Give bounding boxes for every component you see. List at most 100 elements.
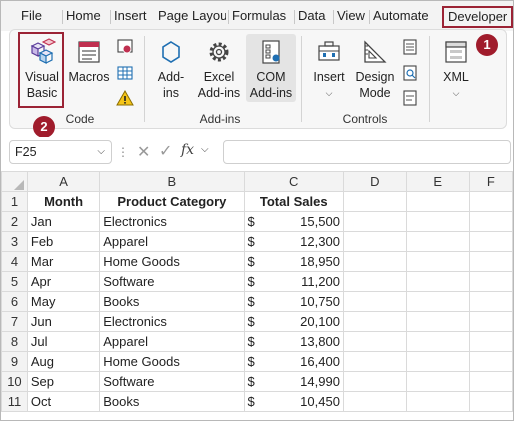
cell-month[interactable]: Sep: [26, 371, 101, 392]
cell-category[interactable]: Software: [99, 271, 245, 292]
cell-month[interactable]: Feb: [26, 231, 101, 252]
add-ins-button[interactable]: Add- ins: [152, 38, 190, 101]
cell[interactable]: [405, 231, 470, 252]
tab-view[interactable]: View: [333, 1, 365, 31]
cell-month[interactable]: May: [26, 291, 101, 312]
column-header[interactable]: C: [243, 171, 344, 192]
record-macro-icon[interactable]: [116, 38, 134, 56]
tab-insert[interactable]: Insert: [110, 1, 147, 31]
cell[interactable]: [405, 311, 470, 332]
cell-sales[interactable]: $18,950: [243, 251, 344, 272]
cell[interactable]: [468, 391, 513, 412]
tab-data[interactable]: Data: [293, 1, 325, 31]
cell[interactable]: [405, 271, 470, 292]
macro-security-icon[interactable]: [116, 89, 134, 107]
cell[interactable]: [468, 231, 513, 252]
row-header[interactable]: 9: [1, 351, 28, 372]
cell-category[interactable]: Electronics: [99, 311, 245, 332]
cell-category[interactable]: Apparel: [99, 231, 245, 252]
name-box[interactable]: F25 ⌵: [9, 140, 112, 164]
cell[interactable]: [468, 331, 513, 352]
cell[interactable]: [342, 231, 407, 252]
column-header[interactable]: F: [468, 171, 513, 192]
row-header[interactable]: 6: [1, 291, 28, 312]
cell[interactable]: [468, 251, 513, 272]
tab-page-layout[interactable]: Page Layout: [158, 1, 226, 31]
cell-sales[interactable]: $20,100: [243, 311, 344, 332]
more-options-icon[interactable]: ⋮: [117, 145, 129, 159]
design-mode-button[interactable]: Design Mode: [352, 38, 398, 101]
properties-icon[interactable]: [401, 38, 419, 56]
cell[interactable]: [342, 191, 407, 212]
chevron-down-icon[interactable]: ⌵: [97, 141, 105, 163]
view-code-icon[interactable]: [401, 64, 419, 82]
table-header-category[interactable]: Product Category: [99, 191, 245, 212]
cell-sales[interactable]: $14,990: [243, 371, 344, 392]
column-header[interactable]: B: [99, 171, 245, 192]
cell-month[interactable]: Mar: [26, 251, 101, 272]
cell-sales[interactable]: $16,400: [243, 351, 344, 372]
tab-formulas[interactable]: Formulas: [227, 1, 286, 31]
excel-add-ins-button[interactable]: Excel Add-ins: [194, 38, 244, 101]
tab-file[interactable]: File: [21, 1, 42, 31]
cancel-icon[interactable]: ✕: [137, 142, 150, 162]
xml-button[interactable]: XML ⌵: [436, 38, 476, 101]
cell[interactable]: [342, 391, 407, 412]
insert-function-icon[interactable]: fx: [181, 142, 194, 158]
cell-month[interactable]: Jul: [26, 331, 101, 352]
cell[interactable]: [405, 391, 470, 412]
formula-input[interactable]: [223, 140, 511, 164]
cell[interactable]: [405, 211, 470, 232]
cell-category[interactable]: Books: [99, 391, 245, 412]
cell[interactable]: [342, 311, 407, 332]
tab-developer[interactable]: Developer: [442, 6, 513, 28]
cell-category[interactable]: Apparel: [99, 331, 245, 352]
insert-controls-button[interactable]: Insert ⌵: [308, 38, 350, 101]
com-add-ins-button[interactable]: COM Add-ins: [246, 34, 296, 102]
cell-sales[interactable]: $13,800: [243, 331, 344, 352]
cell[interactable]: [405, 251, 470, 272]
row-header[interactable]: 7: [1, 311, 28, 332]
cell[interactable]: [468, 371, 513, 392]
cell[interactable]: [468, 271, 513, 292]
cell[interactable]: [342, 351, 407, 372]
row-header[interactable]: 10: [1, 371, 28, 392]
cell[interactable]: [468, 191, 513, 212]
cell-month[interactable]: Apr: [26, 271, 101, 292]
cell[interactable]: [342, 271, 407, 292]
cell-month[interactable]: Oct: [26, 391, 101, 412]
cell-category[interactable]: Home Goods: [99, 351, 245, 372]
cell[interactable]: [405, 331, 470, 352]
column-header[interactable]: D: [342, 171, 407, 192]
cell[interactable]: [342, 211, 407, 232]
cell-sales[interactable]: $10,450: [243, 391, 344, 412]
relative-references-icon[interactable]: [116, 64, 134, 82]
cell-month[interactable]: Aug: [26, 351, 101, 372]
column-header[interactable]: E: [405, 171, 470, 192]
cell[interactable]: [342, 251, 407, 272]
cell-month[interactable]: Jan: [26, 211, 101, 232]
row-header[interactable]: 3: [1, 231, 28, 252]
row-header[interactable]: 5: [1, 271, 28, 292]
cell[interactable]: [405, 371, 470, 392]
cell[interactable]: [405, 191, 470, 212]
cell-sales[interactable]: $15,500: [243, 211, 344, 232]
table-header-sales[interactable]: Total Sales: [243, 191, 344, 212]
column-header[interactable]: A: [26, 171, 101, 192]
cell[interactable]: [468, 211, 513, 232]
cell-month[interactable]: Jun: [26, 311, 101, 332]
cell[interactable]: [468, 291, 513, 312]
cell-sales[interactable]: $10,750: [243, 291, 344, 312]
cell[interactable]: [468, 351, 513, 372]
cell-category[interactable]: Home Goods: [99, 251, 245, 272]
cell[interactable]: [405, 351, 470, 372]
cell-category[interactable]: Books: [99, 291, 245, 312]
tab-automate[interactable]: Automate: [369, 1, 429, 31]
row-header[interactable]: 8: [1, 331, 28, 352]
enter-check-icon[interactable]: ✓: [159, 141, 172, 161]
cell[interactable]: [342, 371, 407, 392]
chevron-down-icon[interactable]: ⌵: [201, 144, 209, 155]
row-header[interactable]: 4: [1, 251, 28, 272]
macros-button[interactable]: Macros: [67, 38, 111, 85]
row-header[interactable]: 2: [1, 211, 28, 232]
